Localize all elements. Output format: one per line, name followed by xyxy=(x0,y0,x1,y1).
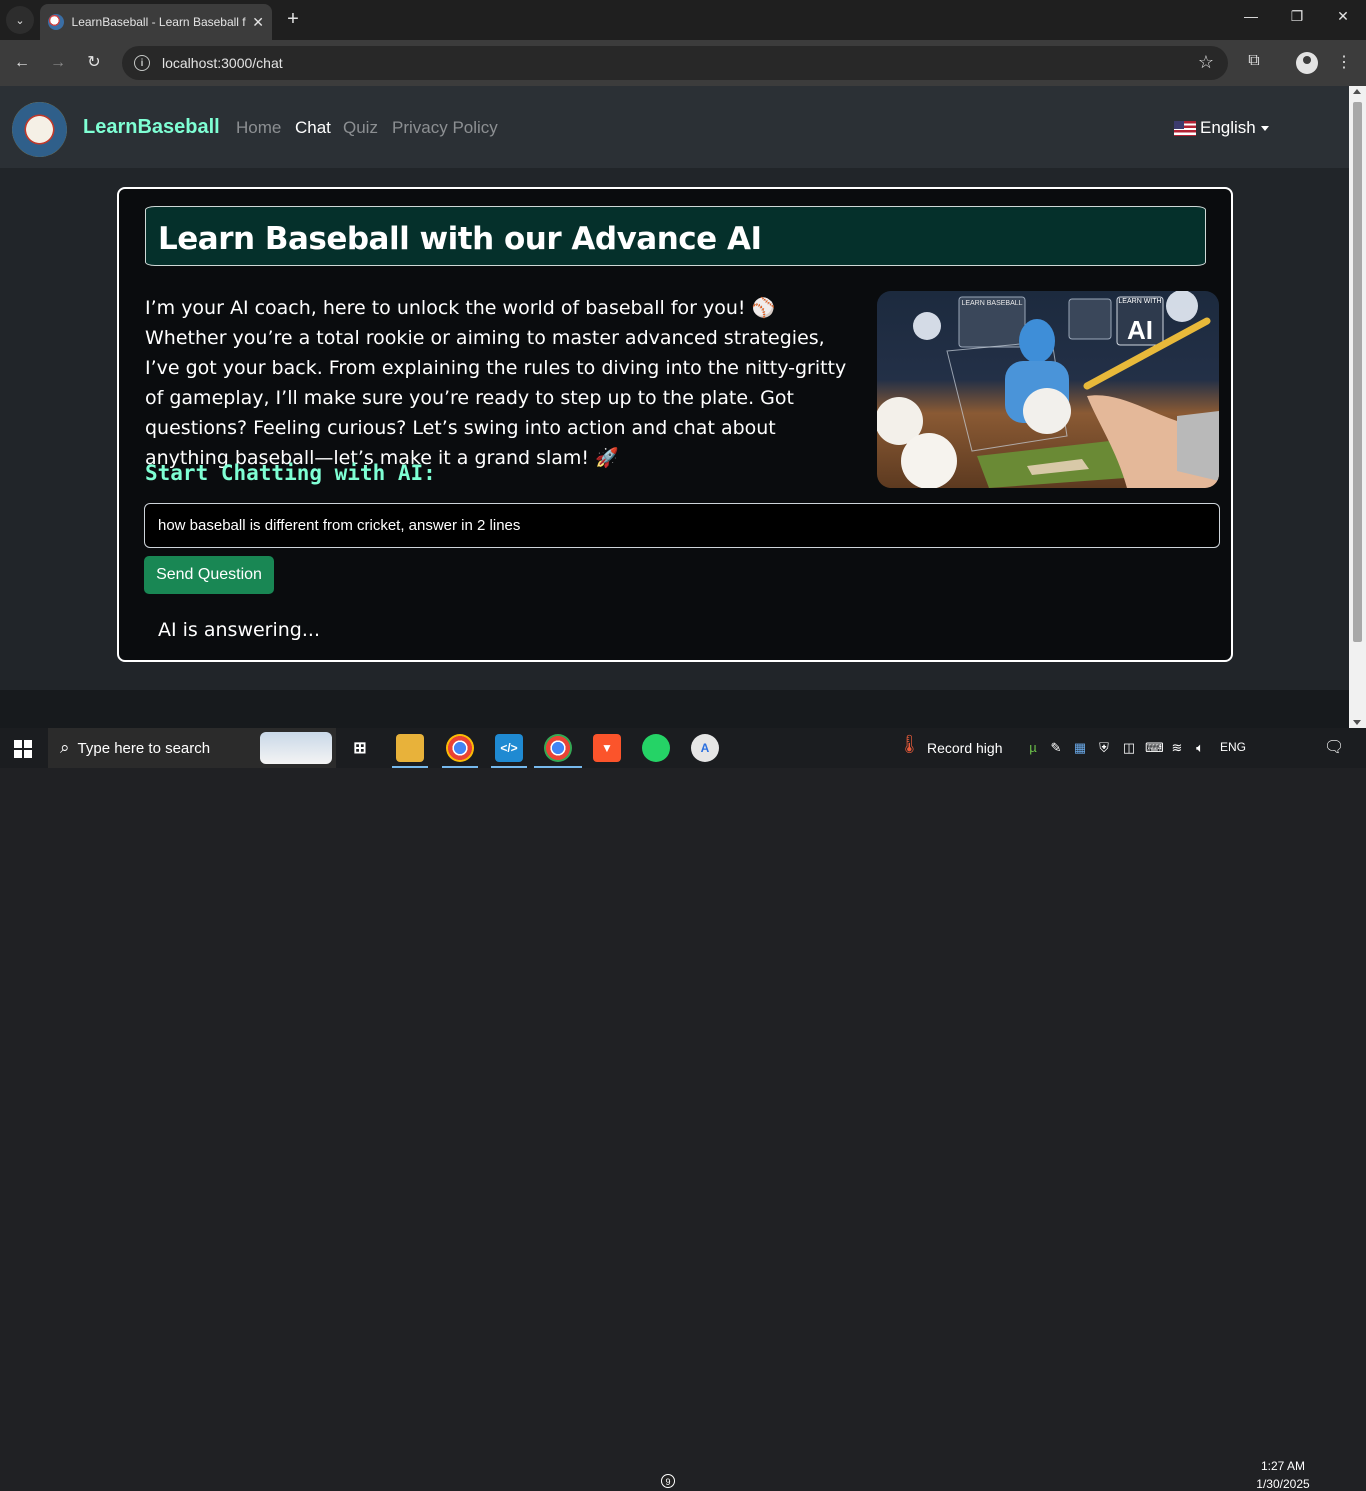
brave-browser-icon[interactable]: ▼ xyxy=(593,734,621,762)
camera-tray-icon[interactable]: ◫ xyxy=(1121,740,1137,756)
wifi-icon[interactable]: ≋ xyxy=(1169,740,1185,756)
chat-section-heading: Start Chatting with AI: xyxy=(145,461,436,485)
chrome-profile-app-icon[interactable] xyxy=(544,734,572,762)
windows-start-icon[interactable] xyxy=(14,740,32,758)
chrome-app-icon[interactable] xyxy=(446,734,474,762)
site-navbar: LearnBaseball Home Chat Quiz Privacy Pol… xyxy=(0,86,1349,168)
heading-banner: Learn Baseball with our Advance AI xyxy=(145,206,1206,266)
taskbar-search-box[interactable]: ⌕ Type here to search xyxy=(48,728,336,768)
clock-time[interactable]: 1:27 AM xyxy=(1254,1459,1312,1473)
search-highlight-image xyxy=(260,732,332,764)
chat-card: Learn Baseball with our Advance AI I’m y… xyxy=(117,187,1233,662)
close-window-icon[interactable]: ✕ xyxy=(1328,8,1358,25)
new-tab-plus-icon[interactable]: + xyxy=(282,8,304,32)
input-language-indicator[interactable]: ENG xyxy=(1220,740,1246,754)
thermometer-icon[interactable]: 🌡 xyxy=(898,735,921,760)
ai-robot-baseball-image: LEARN BASEBALL LEARN WITH AI xyxy=(877,291,1219,488)
close-tab-icon[interactable]: ✕ xyxy=(252,14,264,31)
nav-home[interactable]: Home xyxy=(236,118,281,138)
scroll-up-arrow-icon[interactable] xyxy=(1353,89,1361,94)
browser-tabstrip: ⌄ LearnBaseball - Learn Baseball f ✕ + —… xyxy=(0,0,1366,40)
ime-tray-icon[interactable]: ⌨ xyxy=(1145,740,1164,756)
whatsapp-icon[interactable] xyxy=(642,734,670,762)
page-scrollbar[interactable] xyxy=(1349,86,1366,728)
profile-avatar-icon[interactable] xyxy=(1296,52,1318,74)
nav-privacy-policy[interactable]: Privacy Policy xyxy=(392,118,498,138)
tab-title: LearnBaseball - Learn Baseball f xyxy=(71,15,246,29)
svg-text:LEARN BASEBALL: LEARN BASEBALL xyxy=(961,300,1022,307)
windows-taskbar: ⌕ Type here to search ⊞ </> ▼ 9 A 🌡 Reco… xyxy=(0,728,1366,1491)
browser-tab-active[interactable]: LearnBaseball - Learn Baseball f ✕ xyxy=(40,4,272,40)
language-label: English xyxy=(1200,118,1256,137)
site-info-icon[interactable]: i xyxy=(134,55,150,71)
volume-icon[interactable]: 🔈︎ xyxy=(1192,740,1208,756)
browser-toolbar: ← → ↻ i localhost:3000/chat ☆ ⧉ ⋮ xyxy=(0,40,1366,86)
chevron-down-icon xyxy=(1260,125,1269,131)
url-text[interactable]: localhost:3000/chat xyxy=(162,55,283,71)
send-question-button[interactable]: Send Question xyxy=(144,556,274,594)
us-flag-icon xyxy=(1174,120,1196,136)
tab-search-chevron-icon[interactable]: ⌄ xyxy=(6,6,34,34)
svg-text:LEARN WITH: LEARN WITH xyxy=(1118,298,1161,305)
page-viewport: LearnBaseball Home Chat Quiz Privacy Pol… xyxy=(0,86,1349,728)
forward-arrow-icon[interactable]: → xyxy=(47,52,69,74)
back-arrow-icon[interactable]: ← xyxy=(11,52,33,74)
clock-date[interactable]: 1/30/2025 xyxy=(1254,1477,1312,1491)
monitor-tray-icon[interactable]: ▦ xyxy=(1072,740,1088,756)
taskbar-search-placeholder: Type here to search xyxy=(77,739,211,757)
scrollbar-thumb[interactable] xyxy=(1353,102,1362,642)
baseball-favicon-icon xyxy=(48,14,64,30)
scroll-down-arrow-icon[interactable] xyxy=(1353,720,1361,725)
utorrent-tray-icon[interactable]: µ xyxy=(1025,740,1041,756)
svg-text:AI: AI xyxy=(1127,315,1153,345)
baseball-logo-icon[interactable] xyxy=(12,102,67,157)
pen-tray-icon[interactable]: ✎ xyxy=(1048,740,1064,756)
question-input[interactable] xyxy=(144,503,1220,548)
extensions-icon[interactable]: ⧉ xyxy=(1243,52,1265,70)
vscode-app-icon[interactable]: </> xyxy=(495,734,523,762)
search-icon: ⌕ xyxy=(60,738,70,757)
security-shield-icon[interactable]: ⛨ xyxy=(1096,740,1112,756)
intro-paragraph: I’m your AI coach, here to unlock the wo… xyxy=(145,297,847,469)
bookmark-star-icon[interactable]: ☆ xyxy=(1198,52,1214,73)
restore-icon[interactable]: ❐ xyxy=(1282,8,1312,25)
app-store-icon[interactable]: A xyxy=(691,734,719,762)
whatsapp-unread-badge: 9 xyxy=(661,1474,675,1488)
file-explorer-icon[interactable] xyxy=(396,734,424,762)
address-bar[interactable]: i localhost:3000/chat ☆ xyxy=(122,46,1228,80)
nav-chat[interactable]: Chat xyxy=(295,118,331,138)
more-menu-icon[interactable]: ⋮ xyxy=(1333,52,1355,72)
task-view-icon[interactable]: ⊞ xyxy=(346,734,374,762)
weather-label[interactable]: Record high xyxy=(927,740,1003,756)
brand-link[interactable]: LearnBaseball xyxy=(83,116,220,139)
minimize-icon[interactable]: — xyxy=(1236,8,1266,24)
ai-status-text: AI is answering... xyxy=(158,619,320,641)
page-footer xyxy=(0,690,1349,728)
notification-center-icon[interactable]: 🗨︎ xyxy=(1324,740,1344,756)
reload-icon[interactable]: ↻ xyxy=(83,52,105,74)
language-dropdown[interactable]: English xyxy=(1174,118,1269,138)
page-title: Learn Baseball with our Advance AI xyxy=(158,221,762,257)
nav-quiz[interactable]: Quiz xyxy=(343,118,378,138)
